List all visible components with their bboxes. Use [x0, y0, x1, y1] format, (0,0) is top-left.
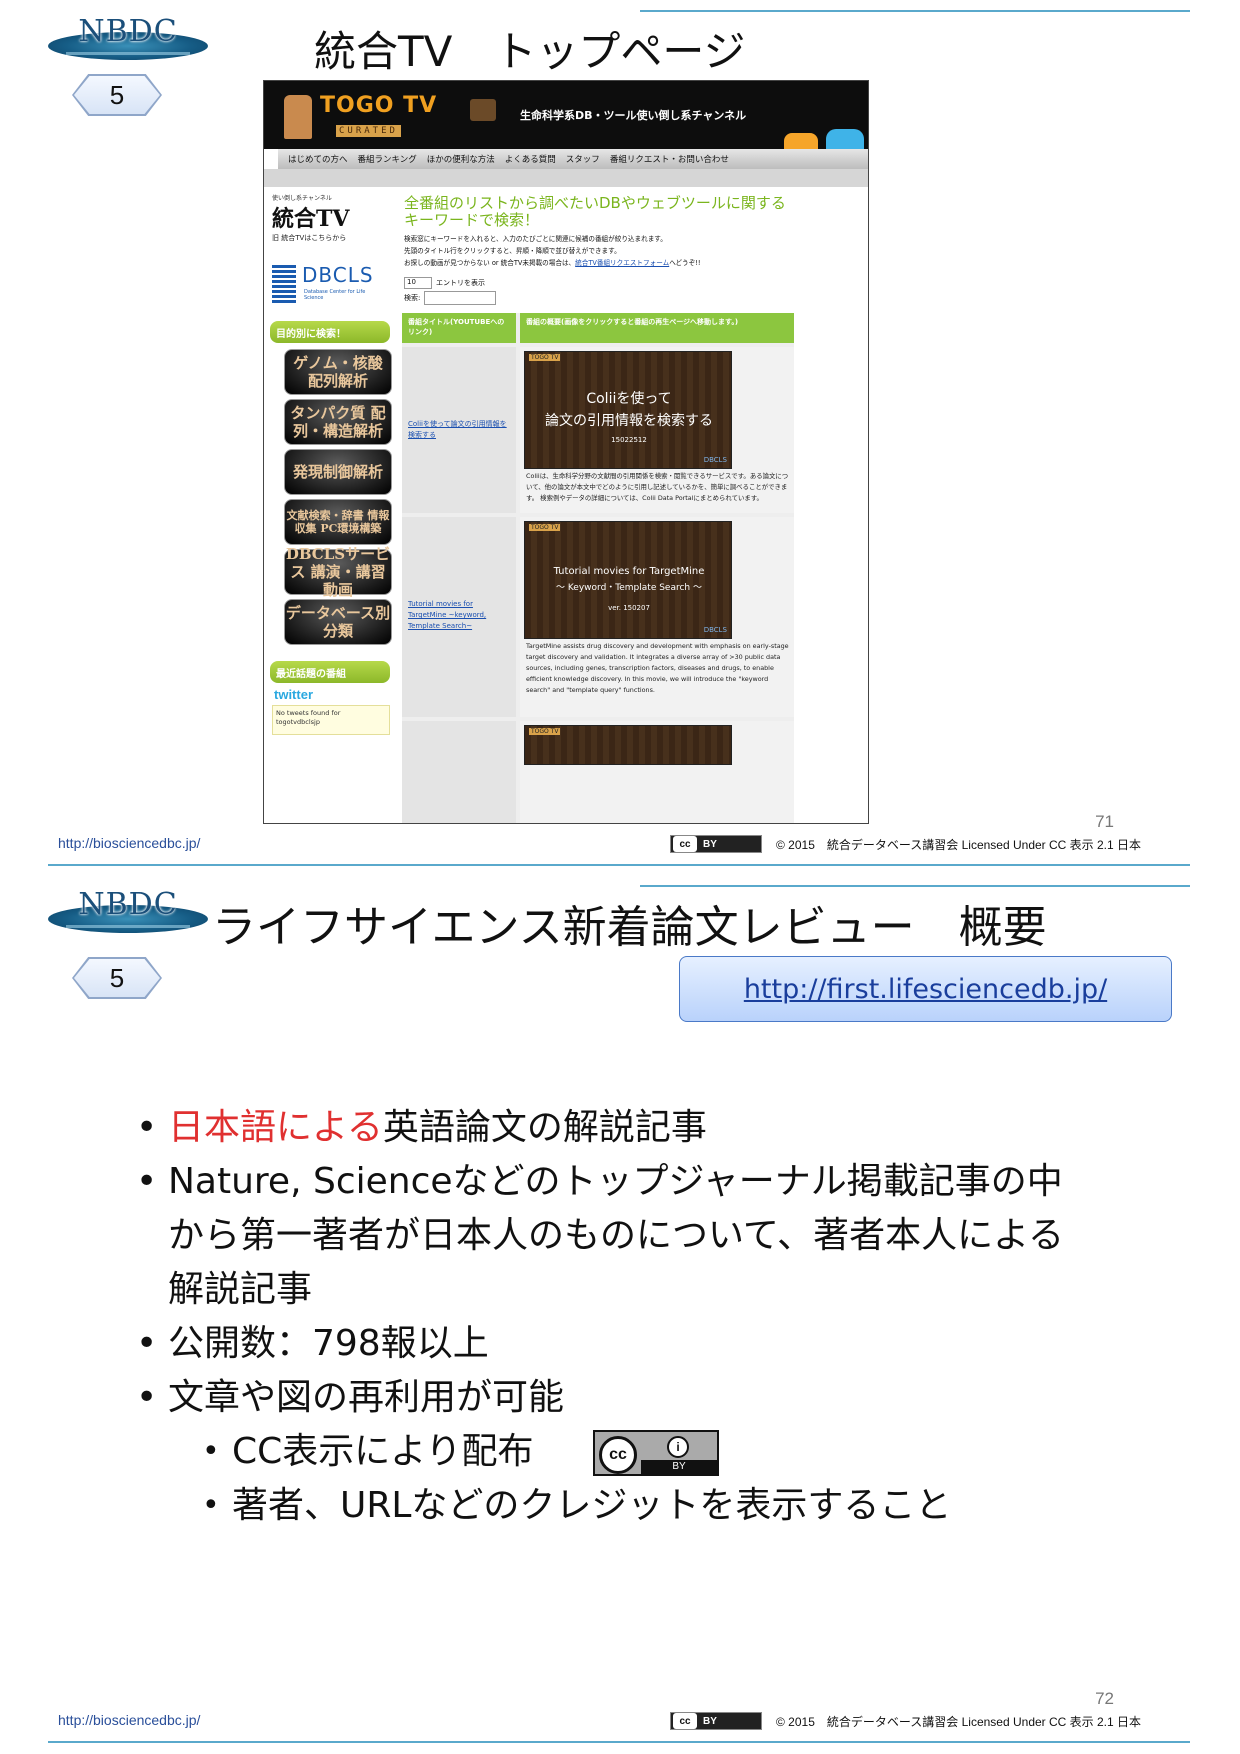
togotv-main: 全番組のリストから調べたいDBやウェブツールに関するキーワードで検索！ 検索窓に… — [398, 191, 868, 823]
nav-shadow — [264, 169, 868, 187]
table-row: Coliiを使って論文の引用情報を検索する TOGO TV Coliiを使って … — [402, 347, 794, 513]
program-link[interactable]: Tutorial movies for TargetMine ~keyword,… — [408, 599, 508, 632]
entries-control: 10 エントリを表示 — [404, 277, 485, 289]
nav-item[interactable]: はじめての方へ — [288, 153, 348, 165]
top-rule — [640, 10, 1190, 12]
slide-71: NBDC 5 統合TV トップページ TOGO TV CURATED 生命科学系… — [0, 0, 1240, 877]
request-form-link[interactable]: 統合TV番組リクエストフォーム — [575, 259, 669, 267]
recent-topics-heading: 最近話題の番組 — [270, 661, 390, 683]
footer-url[interactable]: http://biosciencedbc.jp/ — [58, 1712, 200, 1728]
section-badge: 5 — [72, 74, 162, 116]
old-site-link[interactable]: 旧 統合TVはこちらから — [272, 233, 346, 243]
dbcls-mark: DBCLS — [703, 626, 727, 634]
togotv-screenshot: TOGO TV CURATED 生命科学系DB・ツール使い倒し系チャンネル はじ… — [263, 80, 869, 824]
bottom-rule — [48, 1741, 1190, 1743]
nav-item[interactable]: 番組ランキング — [358, 153, 417, 165]
twitter-bird-icon — [826, 129, 864, 149]
program-thumbnail[interactable]: TOGO TV Tutorial movies for TargetMine ～… — [524, 521, 732, 639]
program-thumbnail[interactable]: TOGO TV Coliiを使って 論文の引用情報を検索する 15022512 … — [524, 351, 732, 469]
page-number: 71 — [1095, 812, 1114, 831]
category-genome-button[interactable]: ゲノム・核酸 配列解析 — [284, 349, 392, 395]
bullet-item: • 文章や図の再利用が可能 — [136, 1377, 565, 1418]
column-header-title[interactable]: 番組タイトル(YOUTUBEへのリンク) — [402, 313, 516, 343]
section-badge: 5 — [72, 957, 162, 999]
lifesciencedb-link[interactable]: http://first.lifesciencedb.jp/ — [744, 974, 1107, 1005]
table-row: TOGO TV — [402, 721, 794, 823]
table-row: Tutorial movies for TargetMine ~keyword,… — [402, 517, 794, 717]
mascot-icon — [284, 95, 312, 139]
category-dbcls-button[interactable]: DBCLSサービス 講演・講習動画 — [284, 545, 392, 599]
togotv-sidebar: 使い倒し系チャンネル 統合TV 旧 統合TVはこちらから DBCLS Datab… — [268, 191, 392, 823]
togotv-jp-logo: 統合TV — [272, 206, 350, 232]
tagline: 生命科学系DB・ツール使い倒し系チャンネル — [520, 109, 747, 122]
dbcls-mark: DBCLS — [703, 456, 727, 464]
tweet-box: No tweets found for togotvdbclsjp — [272, 705, 390, 735]
main-instructions: 検索窓にキーワードを入れると、入力のたびごとに関連に候補の番組が絞り込まれます。… — [404, 235, 701, 267]
bullet-list: • 日本語による英語論文の解説記事 • Nature, Scienceなどのトップジ… — [136, 1101, 1136, 1533]
bottom-rule — [48, 864, 1190, 866]
cc-by-icon: cc BY — [670, 1712, 762, 1730]
rss-icon — [784, 133, 818, 149]
search-input[interactable] — [424, 291, 497, 305]
dbcls-logo[interactable]: DBCLS Database Center for Life Science — [272, 261, 382, 309]
nav-item[interactable]: よくある質問 — [505, 153, 556, 165]
page-number: 72 — [1095, 1689, 1114, 1708]
nav-item[interactable]: 番組リクエスト・お問い合わせ — [610, 153, 729, 165]
nbdc-logo: NBDC — [48, 887, 208, 935]
copyright: © 2015 統合データベース講習会 Licensed Under CC 表示 … — [776, 1715, 1142, 1729]
main-heading: 全番組のリストから調べたいDBやウェブツールに関するキーワードで検索！ — [404, 194, 786, 229]
bullet-item: • Nature, Scienceなどのトップジャーナル掲載記事の中から第一著者が… — [136, 1161, 1065, 1310]
category-literature-button[interactable]: 文献検索・辞書 情報収集 PC環境構築 — [284, 499, 392, 545]
entries-select[interactable]: 10 — [404, 277, 432, 289]
twitter-logo: twitter — [274, 687, 313, 702]
sub-bullet-item: • CC表示により配布 cc i BY — [136, 1425, 1136, 1479]
category-protein-button[interactable]: タンパク質 配列・構造解析 — [284, 399, 392, 445]
nav-item[interactable]: スタッフ — [566, 153, 600, 165]
cc-by-icon: cc i BY — [593, 1430, 720, 1476]
url-box: http://first.lifesciencedb.jp/ — [679, 956, 1172, 1022]
bullet-item: • 日本語による英語論文の解説記事 — [136, 1107, 707, 1148]
program-description: Coliiは、生命科学分野の文献間の引用関係を検索・閲覧できるサービスです。ある… — [526, 472, 789, 502]
footer-url[interactable]: http://biosciencedbc.jp/ — [58, 835, 200, 851]
cc-by-icon: cc BY — [670, 835, 762, 853]
nav-item[interactable]: ほかの便利な方法 — [427, 153, 495, 165]
category-expression-button[interactable]: 発現制御解析 — [284, 449, 392, 495]
togotv-logo: TOGO TV CURATED — [284, 91, 454, 141]
column-header-summary[interactable]: 番組の概要(画像をクリックすると番組の再生ページへ移動します。) — [520, 313, 794, 343]
slide-title: 統合TV トップページ — [314, 27, 746, 76]
togotv-nav: はじめての方へ 番組ランキング ほかの便利な方法 よくある質問 スタッフ 番組リ… — [278, 149, 868, 169]
program-link[interactable]: Coliiを使って論文の引用情報を検索する — [408, 419, 508, 441]
category-database-button[interactable]: データベース別 分類 — [284, 599, 392, 645]
tv-icon — [470, 99, 496, 121]
program-table: 番組タイトル(YOUTUBEへのリンク) 番組の概要(画像をクリックすると番組の… — [402, 313, 794, 823]
sub-bullet-item: • 著者、URLなどのクレジットを表示すること — [202, 1485, 952, 1526]
search-row: 検索: — [404, 291, 497, 305]
slide-72: NBDC 5 ライフサイエンス新着論文レビュー 概要 http://first.… — [0, 877, 1240, 1754]
nbdc-logo: NBDC — [48, 14, 208, 62]
copyright: © 2015 統合データベース講習会 Licensed Under CC 表示 … — [776, 838, 1142, 852]
slide-title: ライフサイエンス新着論文レビュー 概要 — [212, 902, 1047, 953]
togotv-header: TOGO TV CURATED 生命科学系DB・ツール使い倒し系チャンネル — [264, 81, 868, 149]
program-thumbnail[interactable]: TOGO TV — [524, 725, 732, 765]
program-description: TargetMine assists drug discovery and de… — [526, 642, 789, 694]
top-rule — [640, 885, 1190, 887]
bullet-item: • 公開数：798報以上 — [136, 1323, 489, 1364]
search-by-purpose-heading: 目的別に検索！ — [270, 321, 390, 343]
